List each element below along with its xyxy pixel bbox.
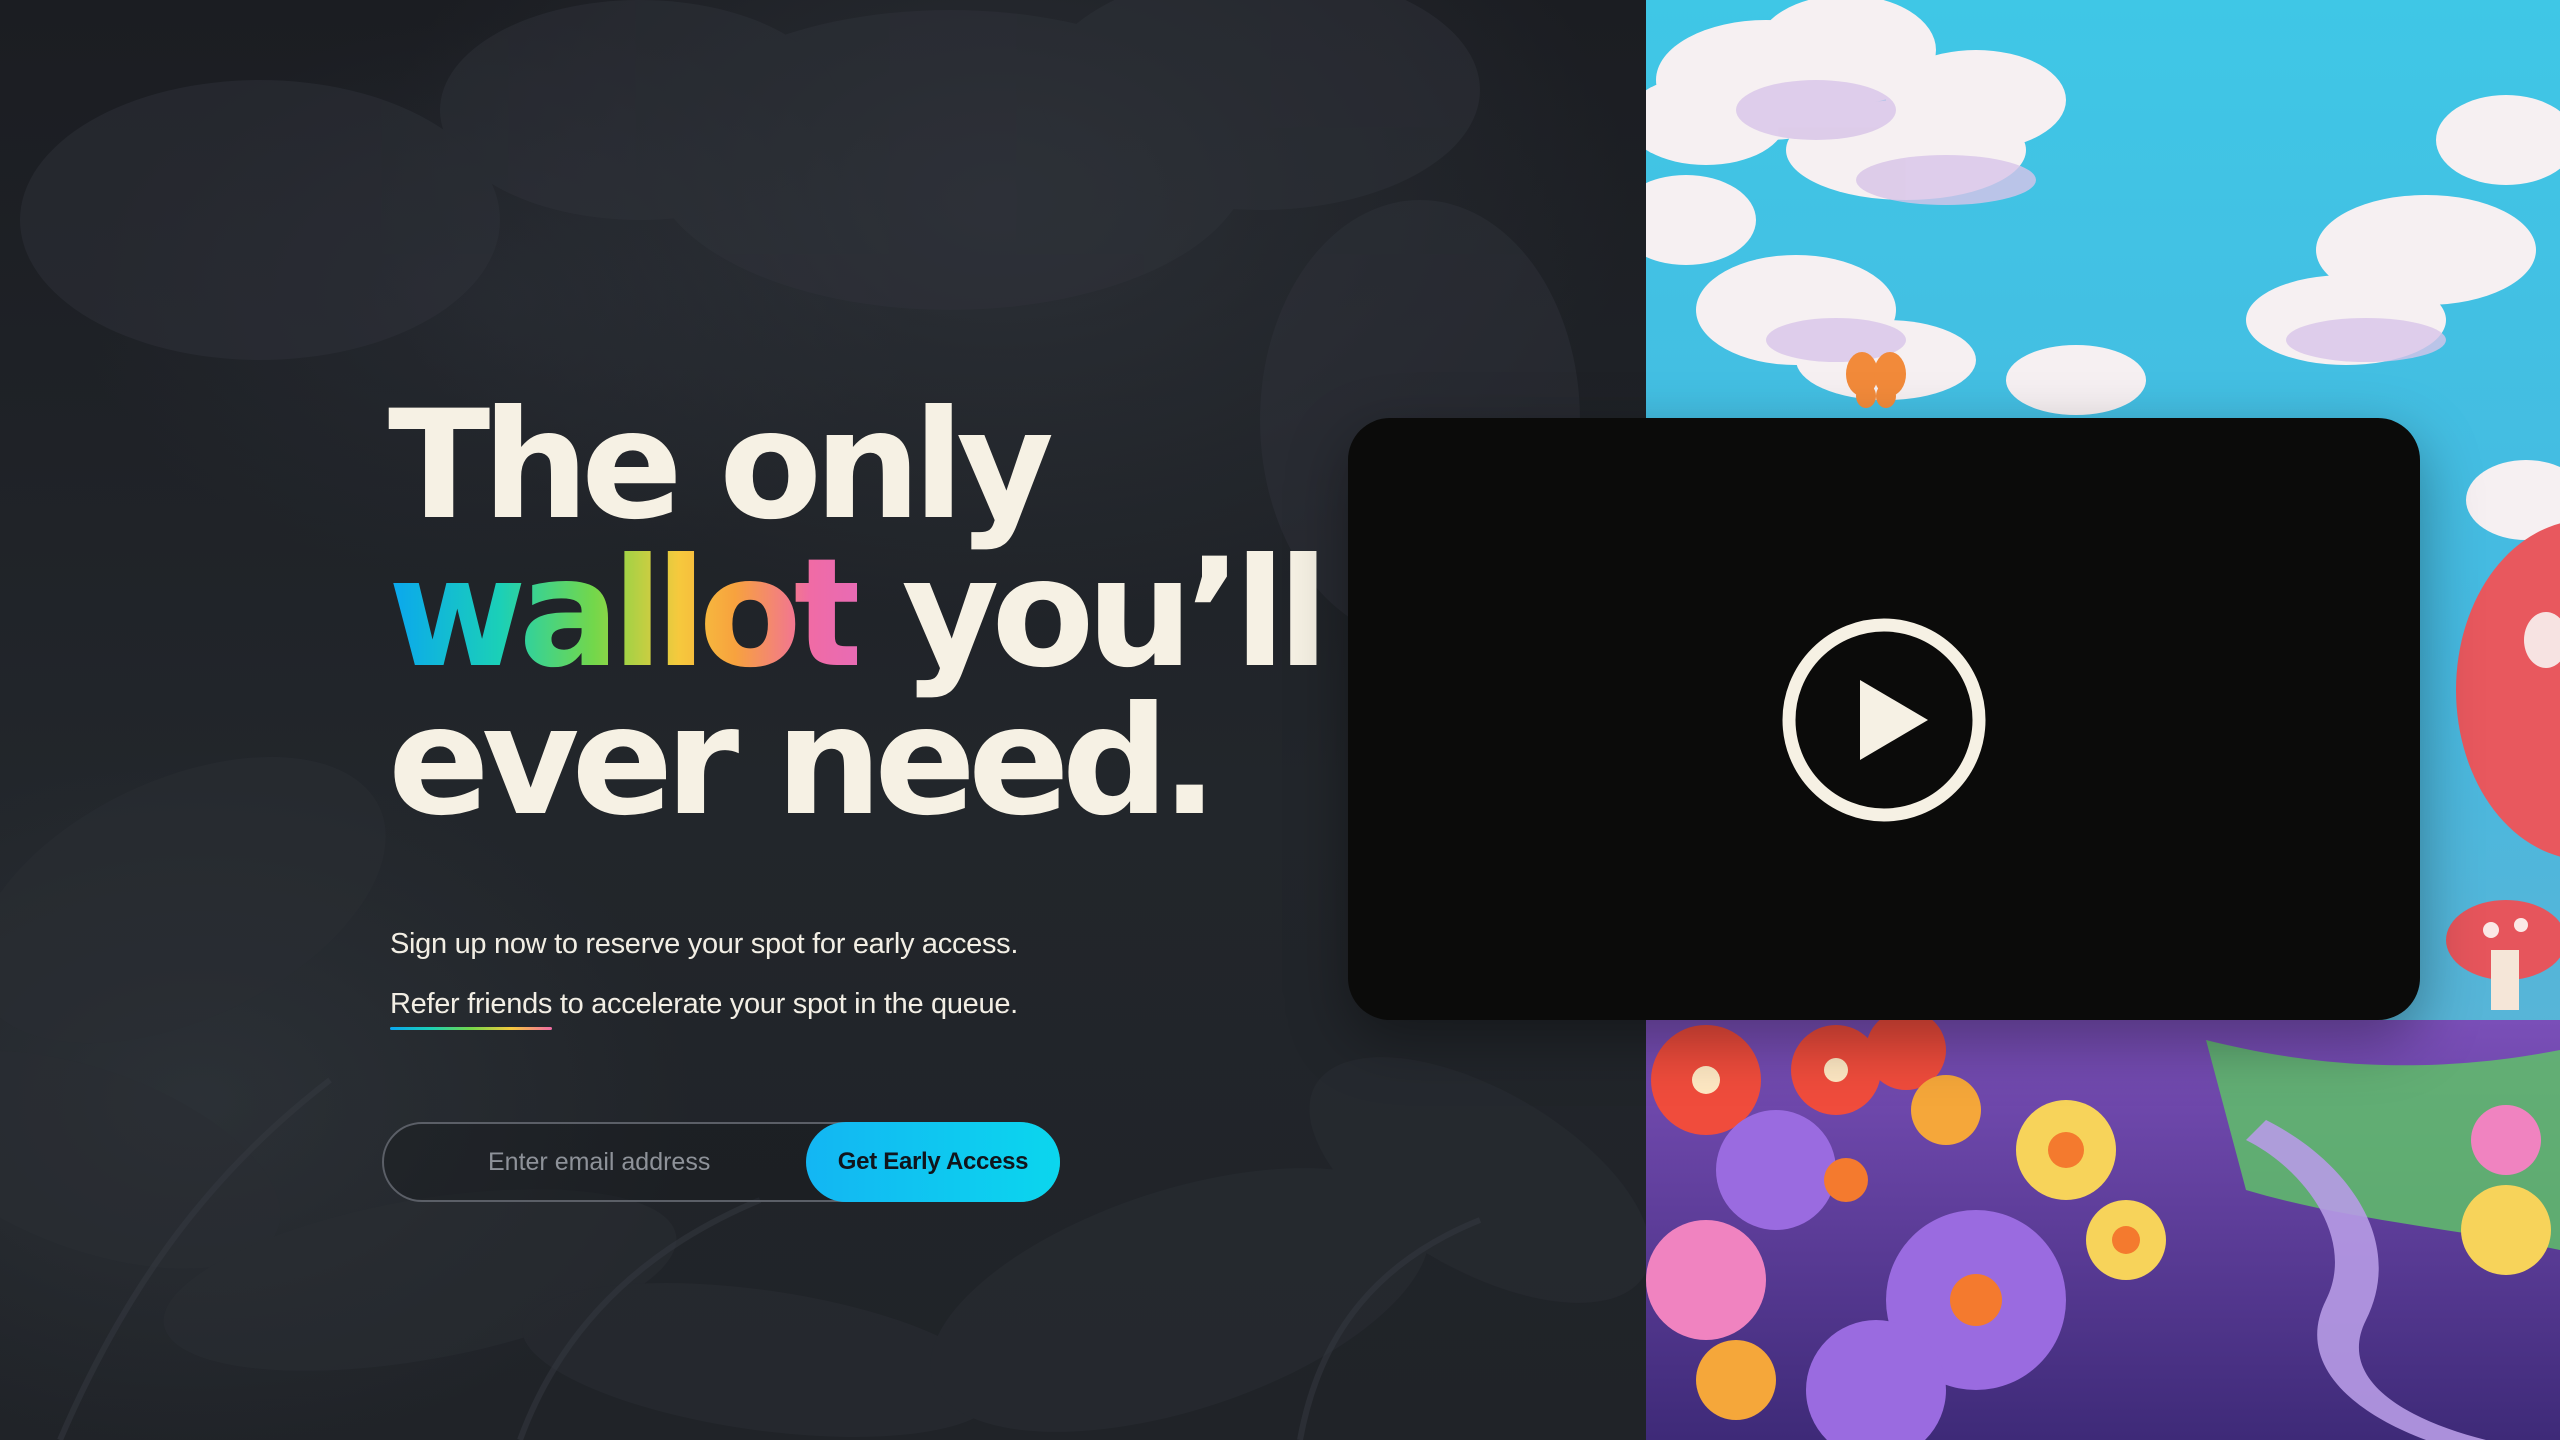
subtext-line-1: Sign up now to reserve your spot for ear…: [390, 928, 1019, 960]
headline-line-2: wallot you’ll: [388, 539, 1329, 689]
play-circle-icon: [1782, 618, 1986, 822]
email-input[interactable]: [386, 1126, 806, 1198]
hero-headline: The only wallot you’ll ever need.: [388, 379, 1329, 849]
subtext-line-2-rest: to accelerate your spot in the queue.: [552, 988, 1018, 1020]
get-early-access-button[interactable]: Get Early Access: [806, 1122, 1060, 1202]
headline-line-1: The only: [388, 379, 1054, 553]
refer-friends-link[interactable]: Refer friends: [390, 988, 552, 1020]
subtext-line-2: Refer friends to accelerate your spot in…: [390, 988, 1018, 1021]
headline-line-3: ever need.: [388, 675, 1218, 849]
email-signup-form: Get Early Access: [382, 1122, 1060, 1202]
play-button[interactable]: [1780, 616, 1988, 824]
video-player[interactable]: [1348, 418, 2420, 1020]
